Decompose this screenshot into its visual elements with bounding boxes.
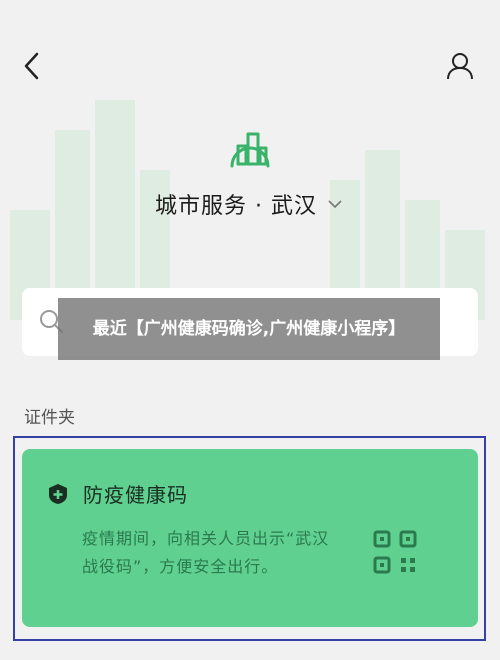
city-buildings-icon: [230, 132, 270, 168]
plus-badge-icon: [49, 483, 67, 504]
profile-button[interactable]: [440, 48, 480, 84]
health-code-card[interactable]: 防疫健康码 疫情期间，向相关人员出示“武汉战役码”，方便安全出行。: [22, 449, 478, 627]
chevron-down-icon: [327, 195, 345, 213]
section-label: 证件夹: [24, 408, 75, 428]
overlay-caption: 最近【广州健康码确诊,广州健康小程序】: [58, 298, 440, 360]
back-button[interactable]: [14, 48, 50, 84]
card-title: 防疫健康码: [83, 483, 188, 507]
card-description: 疫情期间，向相关人员出示“武汉战役码”，方便安全出行。: [82, 529, 330, 576]
user-icon: [447, 53, 473, 80]
qr-code-icon: [373, 530, 417, 574]
city-selector[interactable]: 城市服务 · 武汉: [0, 188, 500, 220]
back-chevron-icon: [24, 52, 39, 80]
city-title: 城市服务 · 武汉: [155, 194, 317, 219]
